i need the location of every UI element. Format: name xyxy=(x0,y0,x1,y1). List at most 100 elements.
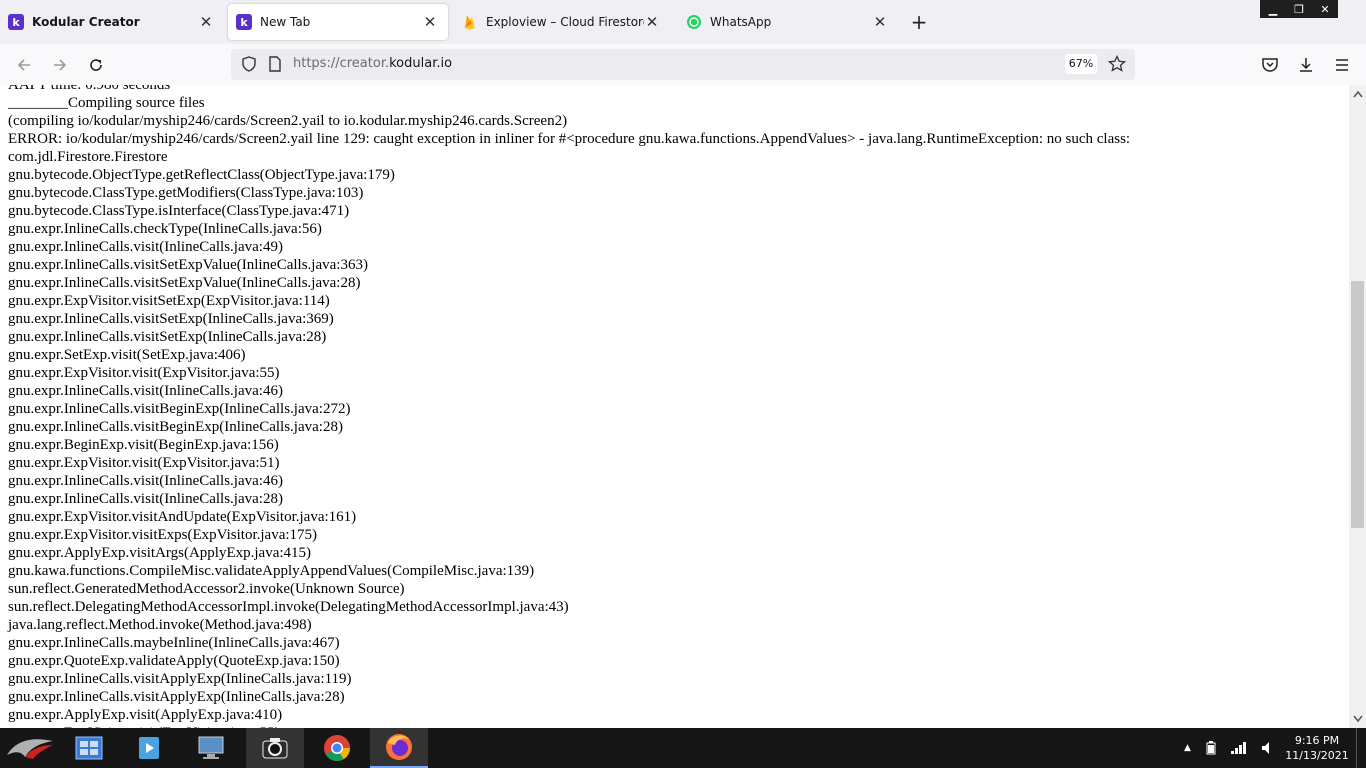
video-player-icon xyxy=(139,737,159,759)
kodular-icon: k xyxy=(8,14,24,30)
clock-date: 11/13/2021 xyxy=(1285,749,1349,762)
shield-icon[interactable] xyxy=(241,56,257,76)
build-log: AAPT time: 0.980 seconds ________Compilin… xyxy=(8,85,1328,728)
back-icon[interactable] xyxy=(12,53,36,77)
page-icon[interactable] xyxy=(267,56,283,76)
log-line: gnu.expr.ApplyExp.visit(ApplyExp.java:41… xyxy=(8,707,283,723)
chevron-up-icon[interactable]: ▲ xyxy=(1184,743,1191,753)
url-text[interactable]: https://creator.kodular.io xyxy=(293,56,452,71)
reload-icon[interactable] xyxy=(84,53,108,77)
log-line: gnu.expr.InlineCalls.visit(InlineCalls.j… xyxy=(8,383,283,399)
log-line: java.lang.reflect.Method.invoke(Method.j… xyxy=(8,617,312,633)
log-line: gnu.expr.ExpVisitor.visit(ExpVisitor.jav… xyxy=(8,365,280,381)
whatsapp-icon xyxy=(686,14,702,30)
log-line: gnu.expr.InlineCalls.visitSetExpValue(In… xyxy=(8,257,368,273)
log-line: gnu.expr.InlineCalls.visitBeginExp(Inlin… xyxy=(8,419,343,435)
log-line: gnu.expr.InlineCalls.visitSetExp(InlineC… xyxy=(8,329,327,345)
battery-icon[interactable] xyxy=(1205,741,1217,755)
url-domain: kodular.io xyxy=(389,56,453,71)
window-controls: ▁ ❐ ✕ xyxy=(1260,0,1338,18)
log-line: gnu.expr.InlineCalls.visitSetExpValue(In… xyxy=(8,275,361,291)
show-desktop-button[interactable] xyxy=(1356,728,1366,768)
log-line: gnu.kawa.functions.CompileMisc.validateA… xyxy=(8,563,535,579)
log-line: gnu.bytecode.ClassType.getModifiers(Clas… xyxy=(8,185,364,201)
tab-new-tab[interactable]: k New Tab ✕ xyxy=(228,4,448,40)
firefox-app[interactable] xyxy=(370,728,428,768)
close-window-icon[interactable]: ✕ xyxy=(1312,0,1338,18)
clock[interactable]: 9:16 PM 11/13/2021 xyxy=(1284,733,1350,763)
tab-label: Exploview – Cloud Firestore – Fir xyxy=(486,15,644,29)
log-line: gnu.bytecode.ObjectType.getReflectClass(… xyxy=(8,167,395,183)
vertical-scrollbar[interactable] xyxy=(1349,85,1366,728)
task-view-app[interactable] xyxy=(62,728,116,768)
log-line: gnu.bytecode.ClassType.isInterface(Class… xyxy=(8,203,350,219)
start-button[interactable] xyxy=(0,728,60,768)
kodular-icon: k xyxy=(236,14,252,30)
scroll-down-icon[interactable] xyxy=(1349,712,1366,726)
log-line: gnu.expr.ExpVisitor.visitExps(ExpVisitor… xyxy=(8,527,318,543)
log-line: gnu.expr.ExpVisitor.visitSetExp(ExpVisit… xyxy=(8,293,330,309)
tab-label: WhatsApp xyxy=(710,15,772,29)
tab-label: New Tab xyxy=(260,15,311,29)
close-icon[interactable]: ✕ xyxy=(422,14,438,30)
new-tab-button[interactable]: + xyxy=(908,12,930,34)
remote-desktop-app[interactable] xyxy=(184,728,238,768)
volume-icon[interactable] xyxy=(1261,741,1275,755)
system-tray: ▲ xyxy=(1184,728,1275,768)
log-line: gnu.expr.InlineCalls.visitBeginExp(Inlin… xyxy=(8,401,351,417)
clock-time: 9:16 PM xyxy=(1294,734,1340,747)
maximize-icon[interactable]: ❐ xyxy=(1286,0,1312,18)
chrome-icon xyxy=(324,735,351,762)
download-icon[interactable] xyxy=(1294,53,1318,77)
camera-app[interactable] xyxy=(246,728,304,768)
close-icon[interactable]: ✕ xyxy=(644,14,660,30)
url-prefix: https://creator. xyxy=(293,56,390,71)
tab-kodular-creator[interactable]: k Kodular Creator ✕ xyxy=(0,4,224,40)
star-icon[interactable] xyxy=(1107,54,1127,77)
log-line: sun.reflect.GeneratedMethodAccessor2.inv… xyxy=(8,581,405,597)
log-line: sun.reflect.DelegatingMethodAccessorImpl… xyxy=(8,599,569,615)
log-line: gnu.expr.InlineCalls.checkType(InlineCal… xyxy=(8,221,322,237)
close-icon[interactable]: ✕ xyxy=(198,14,214,30)
log-line: com.jdl.Firestore.Firestore xyxy=(8,149,168,165)
monitor-icon xyxy=(198,736,224,759)
log-line: gnu.expr.InlineCalls.visitApplyExp(Inlin… xyxy=(8,689,345,705)
tab-label: Kodular Creator xyxy=(32,15,140,29)
menu-icon[interactable] xyxy=(1330,53,1354,77)
firefox-icon xyxy=(386,734,412,760)
log-line: gnu.expr.InlineCalls.visit(InlineCalls.j… xyxy=(8,473,283,489)
signal-icon[interactable] xyxy=(1230,742,1247,754)
rog-logo-icon xyxy=(7,739,53,759)
scroll-up-icon[interactable] xyxy=(1349,87,1366,101)
log-line: gnu.expr.InlineCalls.maybeInline(InlineC… xyxy=(8,635,340,651)
minimize-icon[interactable]: ▁ xyxy=(1260,0,1286,18)
tab-strip: k Kodular Creator ✕ k New Tab ✕ Explovie… xyxy=(0,0,1366,44)
log-line: gnu.expr.InlineCalls.visitSetExp(InlineC… xyxy=(8,311,334,327)
navigation-bar: https://creator.kodular.io 67% xyxy=(0,44,1366,86)
log-line: gnu.expr.QuoteExp.validateApply(QuoteExp… xyxy=(8,653,340,669)
chrome-app[interactable] xyxy=(310,728,364,768)
log-line: (compiling io/kodular/myship246/cards/Sc… xyxy=(8,113,568,129)
log-line: gnu.expr.ExpVisitor.visit(ExpVisitor.jav… xyxy=(8,455,280,471)
video-app[interactable] xyxy=(122,728,176,768)
firebase-icon xyxy=(462,14,478,30)
log-line: ________Compiling source files xyxy=(8,95,205,111)
camera-icon xyxy=(262,738,288,759)
address-bar[interactable]: https://creator.kodular.io 67% xyxy=(231,49,1135,80)
log-line: gnu.expr.InlineCalls.visit(InlineCalls.j… xyxy=(8,491,283,507)
log-line: gnu.expr.BeginExp.visit(BeginExp.java:15… xyxy=(8,437,279,453)
forward-icon[interactable] xyxy=(48,53,72,77)
log-line: AAPT time: 0.980 seconds xyxy=(8,85,171,93)
pocket-icon[interactable] xyxy=(1258,53,1282,77)
close-icon[interactable]: ✕ xyxy=(872,14,888,30)
log-line: gnu.expr.InlineCalls.visit(InlineCalls.j… xyxy=(8,239,283,255)
zoom-badge[interactable]: 67% xyxy=(1065,54,1097,74)
tab-whatsapp[interactable]: WhatsApp ✕ xyxy=(678,4,898,40)
log-line: gnu.expr.SetExp.visit(SetExp.java:406) xyxy=(8,347,246,363)
log-line: gnu.expr.InlineCalls.visitApplyExp(Inlin… xyxy=(8,671,352,687)
scrollbar-thumb[interactable] xyxy=(1351,281,1364,528)
taskbar: ▲ 9:16 PM 11/13/2021 xyxy=(0,728,1366,768)
tab-exploview[interactable]: Exploview – Cloud Firestore – Fir ✕ xyxy=(454,4,670,40)
page-content: AAPT time: 0.980 seconds ________Compilin… xyxy=(0,85,1349,728)
log-line: gnu.expr.ExpVisitor.visitAndUpdate(ExpVi… xyxy=(8,509,357,525)
